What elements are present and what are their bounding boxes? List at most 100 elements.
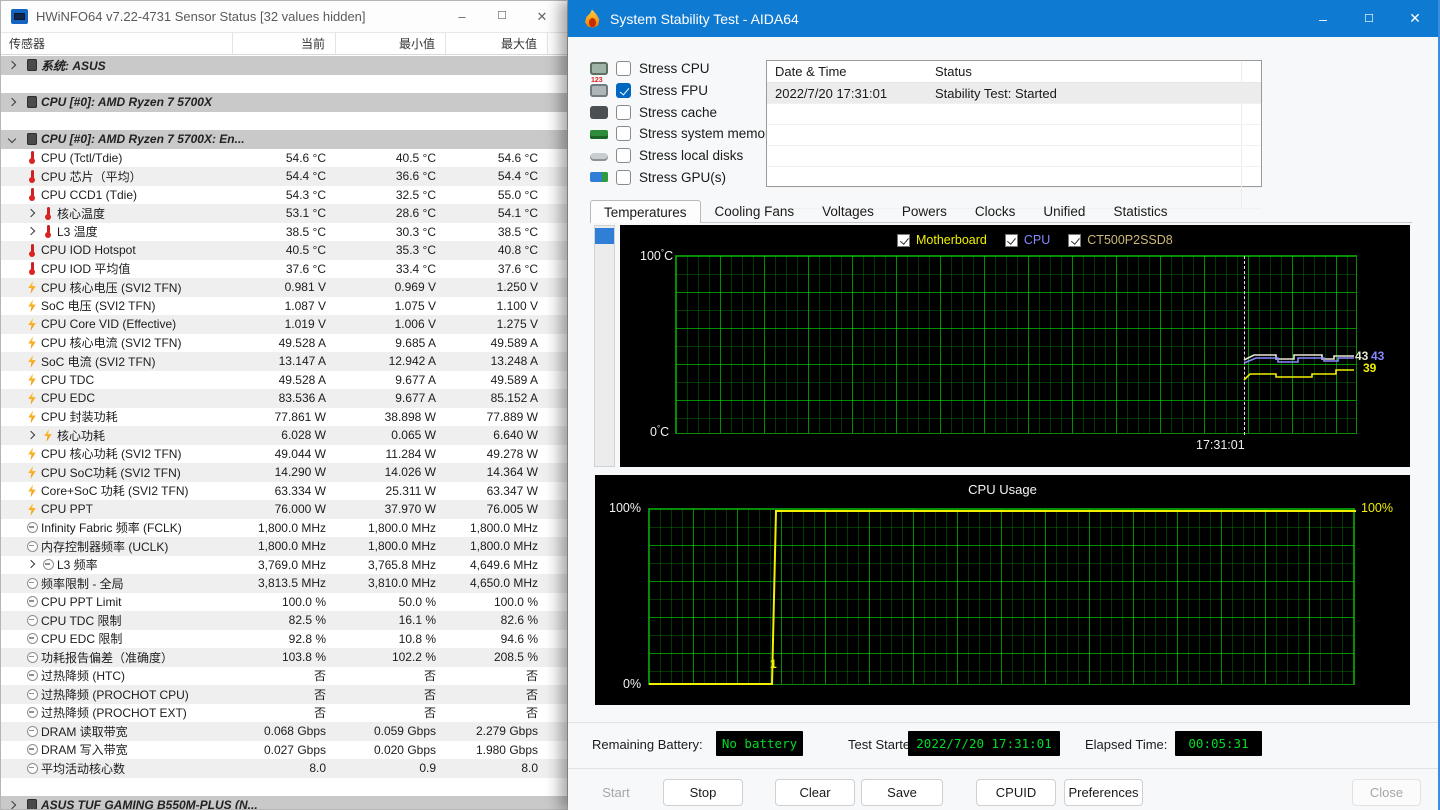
log-column-datetime[interactable]: Date & Time xyxy=(767,64,931,79)
stress-option[interactable]: Stress system memory xyxy=(590,123,795,145)
sensor-label: CPU EDC 限制 xyxy=(41,630,233,647)
stress-option[interactable]: Stress local disks xyxy=(590,145,795,167)
legend-item-ct500p2ssd8[interactable]: CT500P2SSD8 xyxy=(1068,233,1172,247)
sensor-row[interactable]: CPU EDC83.536 A9.677 A85.152 A xyxy=(1,389,567,408)
temperature-scrollbar[interactable] xyxy=(594,225,615,467)
checkbox-checked[interactable] xyxy=(616,83,631,98)
tab-cooling-fans[interactable]: Cooling Fans xyxy=(701,199,809,222)
stop-button[interactable]: Stop xyxy=(663,779,743,806)
stress-option[interactable]: Stress FPU xyxy=(590,80,795,102)
sensor-row[interactable]: CPU Core VID (Effective)1.019 V1.006 V1.… xyxy=(1,315,567,334)
clear-button[interactable]: Clear xyxy=(775,779,855,806)
stress-option[interactable]: Stress cache xyxy=(590,101,795,123)
sensor-max-value: 8.0 xyxy=(446,761,548,775)
sensor-row[interactable]: CPU IOD Hotspot40.5 °C35.3 °C40.8 °C xyxy=(1,241,567,260)
sensor-row[interactable]: L3 温度38.5 °C30.3 °C38.5 °C xyxy=(1,223,567,242)
sensor-row[interactable]: CPU 封装功耗77.861 W38.898 W77.889 W xyxy=(1,408,567,427)
save-button[interactable]: Save xyxy=(861,779,943,806)
sensor-row[interactable]: CPU 核心功耗 (SVI2 TFN)49.044 W11.284 W49.27… xyxy=(1,445,567,464)
sensor-group-row[interactable]: ASUS TUF GAMING B550M-PLUS (N... xyxy=(1,796,567,809)
sensor-label: CPU EDC xyxy=(41,391,233,405)
aida64-close-icon[interactable]: ✕ xyxy=(1392,0,1438,37)
sensor-row[interactable]: DRAM 读取带宽0.068 Gbps0.059 Gbps2.279 Gbps xyxy=(1,722,567,741)
checkbox-unchecked[interactable] xyxy=(616,148,631,163)
sensor-group-row[interactable]: CPU [#0]: AMD Ryzen 7 5700X: En... xyxy=(1,130,567,149)
sensor-row[interactable]: 内存控制器频率 (UCLK)1,800.0 MHz1,800.0 MHz1,80… xyxy=(1,537,567,556)
tab-voltages[interactable]: Voltages xyxy=(808,199,888,222)
sensor-row[interactable]: Core+SoC 功耗 (SVI2 TFN)63.334 W25.311 W63… xyxy=(1,482,567,501)
column-minimum[interactable]: 最小值 xyxy=(336,33,446,54)
sensor-row[interactable]: CPU TDC49.528 A9.677 A49.589 A xyxy=(1,371,567,390)
expand-chevron-icon[interactable] xyxy=(8,801,16,809)
clock-icon xyxy=(27,652,38,663)
hwinfo-minimize-icon[interactable]: – xyxy=(451,9,473,25)
aida64-minimize-icon[interactable]: – xyxy=(1300,0,1346,37)
sensor-row[interactable]: CPU TDC 限制82.5 %16.1 %82.6 % xyxy=(1,611,567,630)
expand-chevron-icon[interactable] xyxy=(27,209,35,217)
aida64-titlebar[interactable]: System Stability Test - AIDA64 – ☐ ✕ xyxy=(568,0,1438,37)
sensor-row[interactable]: CPU 芯片（平均）54.4 °C36.6 °C54.4 °C xyxy=(1,167,567,186)
sensor-row[interactable]: 过热降频 (PROCHOT EXT)否否否 xyxy=(1,704,567,723)
column-sensor[interactable]: 传感器 xyxy=(1,33,233,54)
log-row[interactable]: 2022/7/20 17:31:01Stability Test: Starte… xyxy=(767,83,1261,104)
sensor-row[interactable]: CPU (Tctl/Tdie)54.6 °C40.5 °C54.6 °C xyxy=(1,149,567,168)
checkbox-unchecked[interactable] xyxy=(616,126,631,141)
tab-powers[interactable]: Powers xyxy=(888,199,961,222)
tab-statistics[interactable]: Statistics xyxy=(1099,199,1181,222)
sensor-row[interactable]: SoC 电压 (SVI2 TFN)1.087 V1.075 V1.100 V xyxy=(1,297,567,316)
preferences-button[interactable]: Preferences xyxy=(1064,779,1143,806)
sensor-row[interactable]: CPU 核心电流 (SVI2 TFN)49.528 A9.685 A49.589… xyxy=(1,334,567,353)
legend-checkbox-checked[interactable] xyxy=(1005,234,1018,247)
checkbox-unchecked[interactable] xyxy=(616,170,631,185)
sensor-row[interactable]: 核心温度53.1 °C28.6 °C54.1 °C xyxy=(1,204,567,223)
expand-chevron-icon[interactable] xyxy=(8,135,16,143)
sensor-row[interactable]: L3 频率3,769.0 MHz3,765.8 MHz4,649.6 MHz xyxy=(1,556,567,575)
sensor-row[interactable]: CPU IOD 平均值37.6 °C33.4 °C37.6 °C xyxy=(1,260,567,279)
expand-chevron-icon[interactable] xyxy=(8,61,16,69)
expand-chevron-icon[interactable] xyxy=(27,227,35,235)
legend-item-cpu[interactable]: CPU xyxy=(1005,233,1050,247)
sensor-max-value: 否 xyxy=(446,704,548,721)
sensor-row[interactable]: 频率限制 - 全局3,813.5 MHz3,810.0 MHz4,650.0 M… xyxy=(1,574,567,593)
stress-option[interactable]: Stress GPU(s) xyxy=(590,166,795,188)
column-maximum[interactable]: 最大值 xyxy=(446,33,548,54)
sensor-row[interactable]: CPU SoC功耗 (SVI2 TFN)14.290 W14.026 W14.3… xyxy=(1,463,567,482)
expand-chevron-icon[interactable] xyxy=(8,98,16,106)
checkbox-unchecked[interactable] xyxy=(616,61,631,76)
sensor-row[interactable]: 过热降频 (HTC)否否否 xyxy=(1,667,567,686)
sensor-row[interactable]: Infinity Fabric 频率 (FCLK)1,800.0 MHz1,80… xyxy=(1,519,567,538)
temperature-scrollbar-thumb[interactable] xyxy=(595,228,614,244)
test-log-table[interactable]: Date & Time Status 2022/7/20 17:31:01Sta… xyxy=(766,60,1262,187)
legend-item-motherboard[interactable]: Motherboard xyxy=(897,233,987,247)
sensor-row[interactable]: 功耗报告偏差（准确度）103.8 %102.2 %208.5 % xyxy=(1,648,567,667)
column-current[interactable]: 当前 xyxy=(233,33,336,54)
stress-option[interactable]: Stress CPU xyxy=(590,58,795,80)
sensor-row[interactable]: CPU PPT Limit100.0 %50.0 %100.0 % xyxy=(1,593,567,612)
hwinfo-maximize-icon[interactable]: ☐ xyxy=(491,9,513,25)
hwinfo-titlebar[interactable]: HWiNFO64 v7.22-4731 Sensor Status [32 va… xyxy=(1,1,567,33)
aida64-maximize-icon[interactable]: ☐ xyxy=(1346,0,1392,37)
sensor-row[interactable]: CPU EDC 限制92.8 %10.8 %94.6 % xyxy=(1,630,567,649)
sensor-row[interactable]: 核心功耗6.028 W0.065 W6.640 W xyxy=(1,426,567,445)
sensor-row[interactable]: CPU 核心电压 (SVI2 TFN)0.981 V0.969 V1.250 V xyxy=(1,278,567,297)
sensor-group-row[interactable]: CPU [#0]: AMD Ryzen 7 5700X xyxy=(1,93,567,112)
sensor-group-row[interactable]: 系统: ASUS xyxy=(1,56,567,75)
log-column-status[interactable]: Status xyxy=(931,64,1241,79)
sensor-row[interactable]: SoC 电流 (SVI2 TFN)13.147 A12.942 A13.248 … xyxy=(1,352,567,371)
tab-clocks[interactable]: Clocks xyxy=(961,199,1030,222)
legend-checkbox-checked[interactable] xyxy=(1068,234,1081,247)
checkbox-unchecked[interactable] xyxy=(616,105,631,120)
expand-chevron-icon[interactable] xyxy=(27,560,35,568)
cpuid-button[interactable]: CPUID xyxy=(976,779,1056,806)
tab-temperatures[interactable]: Temperatures xyxy=(590,200,701,223)
sensor-row[interactable]: 过热降频 (PROCHOT CPU)否否否 xyxy=(1,685,567,704)
clock-icon xyxy=(27,670,38,681)
legend-checkbox-checked[interactable] xyxy=(897,234,910,247)
sensor-row[interactable]: 平均活动核心数8.00.98.0 xyxy=(1,759,567,778)
tab-unified[interactable]: Unified xyxy=(1029,199,1099,222)
sensor-row[interactable]: CPU CCD1 (Tdie)54.3 °C32.5 °C55.0 °C xyxy=(1,186,567,205)
hwinfo-close-icon[interactable]: ✕ xyxy=(531,9,553,25)
sensor-row[interactable]: DRAM 写入带宽0.027 Gbps0.020 Gbps1.980 Gbps xyxy=(1,741,567,760)
sensor-row[interactable]: CPU PPT76.000 W37.970 W76.005 W xyxy=(1,500,567,519)
expand-chevron-icon[interactable] xyxy=(27,431,35,439)
